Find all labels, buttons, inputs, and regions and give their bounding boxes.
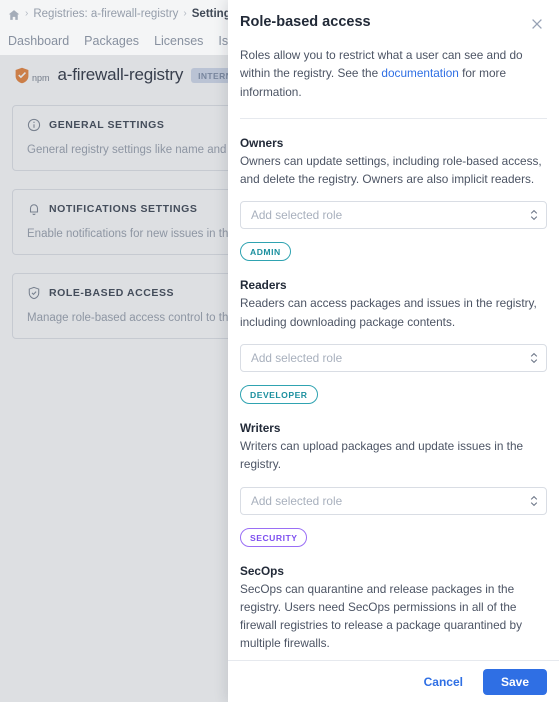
writers-badges: SECURITY	[240, 527, 547, 547]
chevron-updown-icon	[530, 351, 538, 365]
documentation-link[interactable]: documentation	[381, 66, 458, 80]
section-title-secops: SecOps	[240, 563, 284, 578]
writers-role-select-wrap: Add selected role	[240, 486, 547, 515]
section-title-readers: Readers	[240, 278, 287, 293]
section-title-writers: Writers	[240, 420, 281, 435]
section-title-owners: Owners	[240, 135, 284, 150]
role-based-access-modal: Role-based access Roles allow you to res…	[228, 0, 559, 702]
section-owners: Owners Owners can update settings, inclu…	[240, 119, 547, 262]
section-desc-secops: SecOps can quarantine and release packag…	[240, 581, 522, 651]
role-badge-admin[interactable]: ADMIN	[240, 242, 291, 262]
role-badge-security[interactable]: SECURITY	[240, 527, 308, 547]
readers-role-select[interactable]: Add selected role	[240, 343, 547, 372]
modal-backdrop-top[interactable]	[0, 0, 228, 55]
section-desc-readers: Readers can access packages and issues i…	[240, 296, 537, 329]
modal-body: Role-based access Roles allow you to res…	[228, 0, 559, 660]
modal-intro-text: Roles allow you to restrict what a user …	[240, 46, 547, 101]
save-button[interactable]: Save	[482, 668, 547, 695]
modal-backdrop[interactable]	[0, 55, 228, 702]
chevron-updown-icon	[530, 208, 538, 222]
modal-title: Role-based access	[240, 14, 371, 30]
owners-badges: ADMIN	[240, 242, 547, 262]
section-desc-owners: Owners can update settings, including ro…	[240, 153, 542, 187]
readers-role-select-wrap: Add selected role	[240, 343, 547, 372]
writers-role-select[interactable]: Add selected role	[240, 486, 547, 515]
close-icon[interactable]	[529, 16, 545, 32]
chevron-updown-icon	[530, 494, 538, 508]
modal-header: Role-based access	[240, 0, 547, 32]
owners-role-select-wrap: Add selected role	[240, 201, 547, 230]
readers-badges: DEVELOPER	[240, 384, 547, 404]
role-badge-developer[interactable]: DEVELOPER	[240, 384, 318, 404]
modal-footer: Cancel Save	[228, 660, 559, 702]
owners-role-select[interactable]: Add selected role	[240, 201, 547, 230]
section-secops: SecOps SecOps can quarantine and release…	[240, 547, 547, 660]
section-readers: Readers Readers can access packages and …	[240, 261, 547, 404]
cancel-button[interactable]: Cancel	[418, 671, 469, 693]
section-desc-writers: Writers can upload packages and update i…	[240, 438, 524, 472]
section-writers: Writers Writers can upload packages and …	[240, 404, 547, 547]
app-root: › Registries: a-firewall-registry › Sett…	[0, 0, 559, 702]
